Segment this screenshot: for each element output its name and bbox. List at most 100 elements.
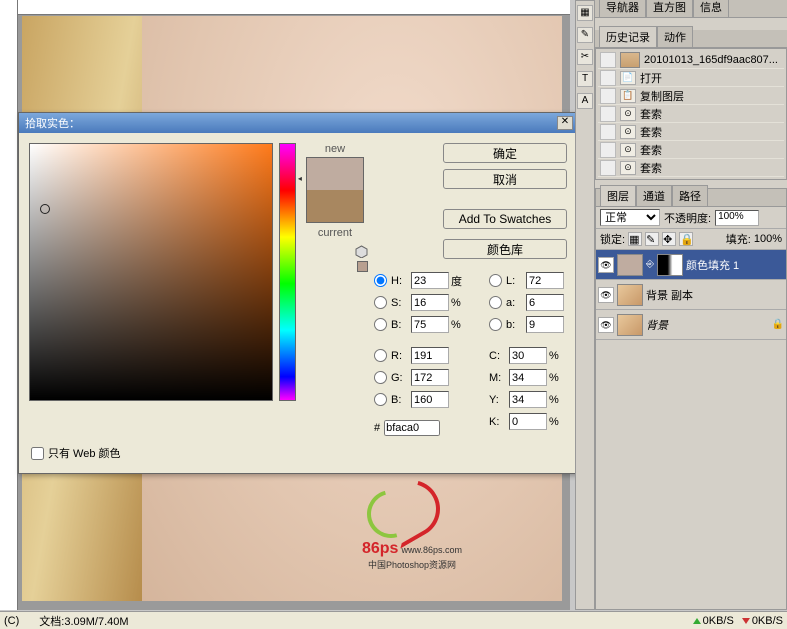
dialog-titlebar[interactable]: 拾取实色： ✕ xyxy=(19,113,579,133)
tab-actions[interactable]: 动作 xyxy=(657,26,693,47)
open-icon: 📄 xyxy=(620,71,636,85)
lock-label: 锁定: xyxy=(600,231,625,247)
hue-radio[interactable] xyxy=(374,274,387,287)
web-safe-swatch[interactable] xyxy=(357,261,368,272)
history-toggle[interactable] xyxy=(600,160,616,176)
tool-icon[interactable]: T xyxy=(577,71,593,87)
lock-all-icon[interactable]: 🔒 xyxy=(679,232,693,246)
c-label: C: xyxy=(489,350,507,362)
layer-row[interactable]: 👁 背景 副本 xyxy=(596,280,786,310)
lasso-icon: ⊙ xyxy=(620,143,636,157)
color-libraries-button[interactable]: 颜色库 xyxy=(443,239,567,259)
history-item[interactable]: ⊙套索 xyxy=(598,123,784,141)
a-input[interactable] xyxy=(526,294,564,311)
h-input[interactable] xyxy=(411,272,449,289)
brightness-radio[interactable] xyxy=(374,318,387,331)
history-item[interactable]: ⊙套索 xyxy=(598,105,784,123)
history-item[interactable]: 📄打开 xyxy=(598,69,784,87)
b-input[interactable] xyxy=(411,316,449,333)
lasso-icon: ⊙ xyxy=(620,161,636,175)
fill-input[interactable]: 100% xyxy=(754,233,782,245)
snapshot-toggle[interactable] xyxy=(600,52,616,68)
visibility-icon[interactable]: 👁 xyxy=(598,257,614,273)
upload-value: 0KB/S xyxy=(703,615,734,627)
hue-slider[interactable]: ◂ xyxy=(279,143,296,401)
tool-icon[interactable]: ✂ xyxy=(577,49,593,65)
lb-input[interactable] xyxy=(526,316,564,333)
r-input[interactable] xyxy=(411,347,449,364)
history-toggle[interactable] xyxy=(600,88,616,104)
tab-layers[interactable]: 图层 xyxy=(600,185,636,206)
cancel-button[interactable]: 取消 xyxy=(443,169,567,189)
lock-position-icon[interactable]: ✥ xyxy=(662,232,676,246)
l-label: L: xyxy=(506,275,524,287)
watermark-logo-icon xyxy=(362,480,442,540)
tab-history[interactable]: 历史记录 xyxy=(599,26,657,47)
web-only-checkbox[interactable] xyxy=(31,447,44,460)
history-panel: 20101013_165df9aac807... 📄打开 📋复制图层 ⊙套索 ⊙… xyxy=(595,48,787,180)
l-input[interactable] xyxy=(526,272,564,289)
lab-b-radio[interactable] xyxy=(489,318,502,331)
bb-input[interactable] xyxy=(411,391,449,408)
add-to-swatches-button[interactable]: Add To Swatches xyxy=(443,209,567,229)
mask-thumb-icon xyxy=(657,254,683,276)
history-item[interactable]: ⊙套索 xyxy=(598,159,784,177)
link-icon[interactable]: ⎆ xyxy=(646,259,654,270)
layer-row[interactable]: 👁 背景 🔒 xyxy=(596,310,786,340)
visibility-icon[interactable]: 👁 xyxy=(598,317,614,333)
blend-mode-select[interactable]: 正常 xyxy=(600,209,660,226)
layer-thumb-icon xyxy=(617,314,643,336)
history-toggle[interactable] xyxy=(600,142,616,158)
opacity-input[interactable]: 100% xyxy=(715,210,759,226)
hex-input[interactable] xyxy=(384,420,440,436)
upload-icon xyxy=(693,618,701,624)
history-toggle[interactable] xyxy=(600,70,616,86)
tool-icon[interactable]: ▦ xyxy=(577,5,593,21)
color-picker-dialog: 拾取实色： ✕ ◂ new current 确定 xyxy=(18,112,580,474)
lock-pixels-icon[interactable]: ✎ xyxy=(645,232,659,246)
m-input[interactable] xyxy=(509,369,547,386)
ok-button[interactable]: 确定 xyxy=(443,143,567,163)
saturation-radio[interactable] xyxy=(374,296,387,309)
watermark: 86ps www.86ps.com 中国Photoshop资源网 xyxy=(362,480,462,571)
s-input[interactable] xyxy=(411,294,449,311)
lock-transparency-icon[interactable]: ▦ xyxy=(628,232,642,246)
history-label: 套索 xyxy=(640,106,662,122)
tab-channels[interactable]: 通道 xyxy=(636,185,672,206)
close-icon[interactable]: ✕ xyxy=(557,116,573,130)
tab-paths[interactable]: 路径 xyxy=(672,185,708,206)
blue-radio[interactable] xyxy=(374,393,387,406)
y-input[interactable] xyxy=(509,391,547,408)
current-color-swatch[interactable] xyxy=(307,190,363,222)
tab-info[interactable]: 信息 xyxy=(693,0,729,17)
new-color-swatch[interactable] xyxy=(307,158,363,190)
tab-histogram[interactable]: 直方图 xyxy=(646,0,693,17)
history-toggle[interactable] xyxy=(600,106,616,122)
layer-row[interactable]: 👁 ⎆ 颜色填充 1 xyxy=(596,250,786,280)
red-radio[interactable] xyxy=(374,349,387,362)
a-radio[interactable] xyxy=(489,296,502,309)
visibility-icon[interactable]: 👁 xyxy=(598,287,614,303)
green-radio[interactable] xyxy=(374,371,387,384)
tool-icon[interactable]: A xyxy=(577,93,593,109)
history-item[interactable]: 📋复制图层 xyxy=(598,87,784,105)
tab-navigator[interactable]: 导航器 xyxy=(599,0,646,17)
tool-icon[interactable]: ✎ xyxy=(577,27,593,43)
web-only-label: 只有 Web 颜色 xyxy=(48,445,121,461)
gamut-warning-icon[interactable] xyxy=(355,245,368,258)
k-input[interactable] xyxy=(509,413,547,430)
ruler-vertical[interactable] xyxy=(0,0,18,610)
history-item[interactable]: ⊙套索 xyxy=(598,141,784,159)
color-field[interactable] xyxy=(29,143,273,401)
history-toggle[interactable] xyxy=(600,124,616,140)
c-input[interactable] xyxy=(509,347,547,364)
ruler-horizontal[interactable] xyxy=(18,0,570,15)
history-snapshot[interactable]: 20101013_165df9aac807... xyxy=(598,51,784,69)
snapshot-thumb-icon xyxy=(620,52,640,68)
layer-thumb-icon xyxy=(617,254,643,276)
layers-panel: 图层 通道 路径 正常 不透明度: 100% 锁定: ▦ ✎ ✥ 🔒 填充: 1… xyxy=(595,188,787,610)
b-label: B: xyxy=(391,319,409,331)
a-label: a: xyxy=(506,297,524,309)
lightness-radio[interactable] xyxy=(489,274,502,287)
g-input[interactable] xyxy=(411,369,449,386)
